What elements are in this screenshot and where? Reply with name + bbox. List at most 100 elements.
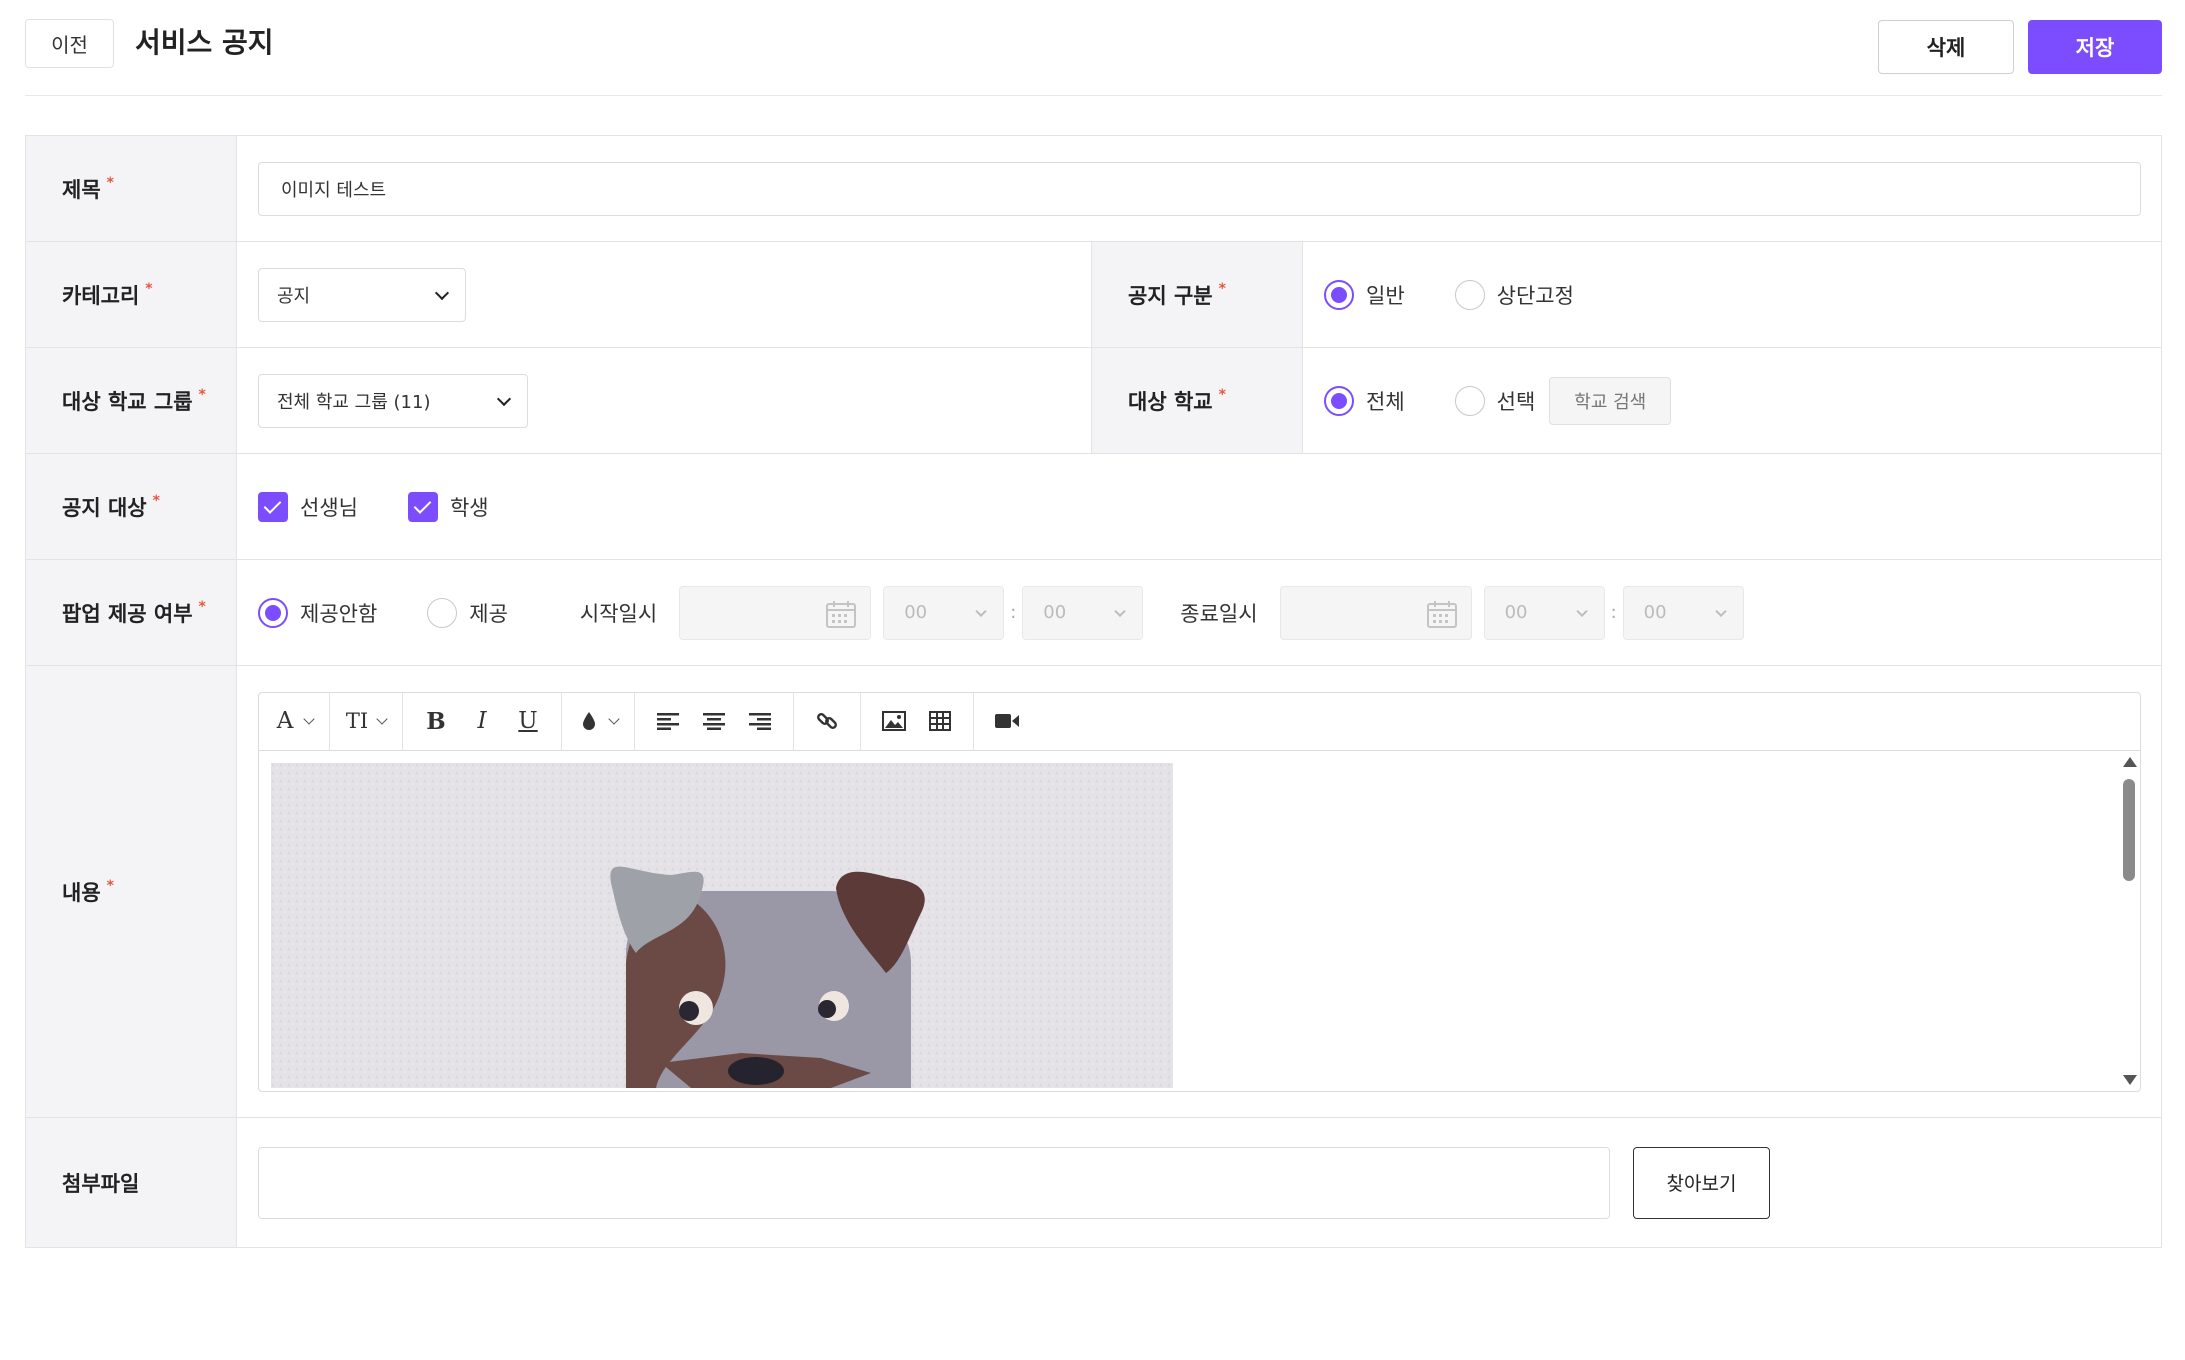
radio-checked-icon bbox=[1324, 279, 1354, 310]
chevron-down-icon bbox=[434, 285, 450, 300]
attachment-label-text: 첨부파일 bbox=[62, 1171, 140, 1196]
toolbar-group-size: TI bbox=[330, 692, 403, 750]
chevron-down-icon[interactable] bbox=[606, 701, 624, 741]
category-label: 카테고리 * bbox=[26, 242, 237, 347]
school-row: 대상 학교 그룹 * 전체 학교 그룹 (11) 대상 학교 * 전체 선택 학… bbox=[26, 348, 2161, 454]
toolbar-group-style: B I U bbox=[403, 692, 562, 750]
category-selected-value: 공지 bbox=[277, 285, 311, 307]
end-date-input[interactable] bbox=[1279, 585, 1472, 640]
school-radio-all[interactable]: 전체 bbox=[1324, 385, 1405, 416]
school-group-select[interactable]: 전체 학교 그룹 (11) bbox=[258, 373, 528, 428]
target-checkbox-student[interactable]: 학생 bbox=[407, 491, 489, 522]
toolbar-group-video bbox=[974, 693, 1040, 750]
school-radio-select[interactable]: 선택 bbox=[1454, 385, 1536, 416]
editor-scrollbar[interactable] bbox=[2118, 751, 2140, 1091]
target-checkbox-teacher[interactable]: 선생님 bbox=[258, 491, 358, 522]
font-family-button[interactable]: A bbox=[269, 701, 301, 741]
chevron-down-icon bbox=[496, 391, 512, 406]
text-size-button[interactable]: TI bbox=[340, 701, 374, 741]
start-minute-value: 00 bbox=[1043, 602, 1067, 623]
school-group-label: 대상 학교 그룹 * bbox=[26, 348, 237, 453]
required-mark: * bbox=[198, 386, 206, 403]
attachment-file-input[interactable] bbox=[258, 1146, 1610, 1219]
title-label: 제목 * bbox=[26, 136, 237, 241]
video-icon[interactable] bbox=[984, 701, 1030, 741]
calendar-icon bbox=[826, 600, 857, 628]
toolbar-group-insert bbox=[861, 692, 974, 750]
radio-label: 일반 bbox=[1366, 283, 1405, 308]
toolbar-group-color bbox=[562, 692, 635, 750]
header-divider bbox=[25, 95, 2162, 96]
popup-radio-provide[interactable]: 제공 bbox=[427, 597, 508, 628]
required-mark: * bbox=[145, 280, 153, 297]
school-label: 대상 학교 * bbox=[1092, 348, 1303, 453]
bold-button[interactable]: B bbox=[413, 701, 459, 741]
content-row: 내용 * A TI B I U bbox=[26, 666, 2161, 1118]
toolbar-group-align bbox=[635, 692, 794, 750]
school-search-button[interactable]: 학교 검색 bbox=[1549, 376, 1672, 425]
required-mark: * bbox=[106, 877, 114, 894]
underline-button[interactable]: U bbox=[505, 701, 551, 741]
title-label-text: 제목 bbox=[62, 177, 101, 202]
italic-button[interactable]: I bbox=[459, 701, 505, 741]
editor-content-area[interactable] bbox=[259, 751, 2140, 1091]
radio-unchecked-icon bbox=[427, 597, 458, 628]
chevron-down-icon[interactable] bbox=[374, 701, 392, 741]
notice-type-cell: 일반 상단고정 bbox=[1303, 242, 1624, 347]
category-select[interactable]: 공지 bbox=[258, 267, 466, 322]
target-cell: 선생님 학생 bbox=[237, 454, 539, 559]
start-date-input[interactable] bbox=[679, 585, 872, 640]
align-center-icon[interactable] bbox=[691, 701, 737, 741]
title-input[interactable]: 이미지 테스트 bbox=[258, 161, 2141, 216]
content-cell: A TI B I U bbox=[237, 666, 2141, 1117]
radio-checked-icon bbox=[258, 597, 288, 628]
align-right-icon[interactable] bbox=[737, 701, 783, 741]
required-mark: * bbox=[1218, 386, 1226, 403]
radio-label: 전체 bbox=[1366, 389, 1405, 414]
radio-label: 제공안함 bbox=[300, 601, 378, 626]
browse-button[interactable]: 찾아보기 bbox=[1633, 1146, 1770, 1219]
notice-type-radio-general[interactable]: 일반 bbox=[1324, 279, 1405, 310]
back-button[interactable]: 이전 bbox=[25, 19, 114, 68]
required-mark: * bbox=[152, 492, 160, 509]
notice-type-radio-pinned[interactable]: 상단고정 bbox=[1454, 279, 1574, 310]
category-cell: 공지 bbox=[237, 242, 1092, 347]
category-label-text: 카테고리 bbox=[62, 283, 140, 308]
popup-cell: 제공안함 제공 시작일시 00 : 00 종료일시 00: 00 bbox=[237, 560, 1744, 665]
chevron-down-icon[interactable] bbox=[301, 701, 319, 741]
radio-label: 선택 bbox=[1496, 389, 1536, 414]
chevron-down-icon bbox=[1714, 605, 1727, 617]
popup-radio-none[interactable]: 제공안함 bbox=[258, 597, 378, 628]
end-datetime-label: 종료일시 bbox=[1180, 601, 1258, 626]
table-icon[interactable] bbox=[917, 701, 963, 741]
school-group-label-text: 대상 학교 그룹 bbox=[62, 389, 193, 414]
page-header: 이전 서비스 공지 삭제 저장 bbox=[25, 19, 2162, 76]
rich-text-editor[interactable]: A TI B I U bbox=[258, 691, 2141, 1092]
delete-button[interactable]: 삭제 bbox=[1878, 20, 2014, 74]
editor-toolbar: A TI B I U bbox=[259, 692, 2140, 751]
toolbar-group-font: A bbox=[259, 692, 330, 750]
start-minute-select[interactable]: 00 bbox=[1022, 585, 1144, 640]
scrollbar-thumb[interactable] bbox=[2123, 778, 2135, 881]
image-icon[interactable] bbox=[871, 701, 917, 741]
chevron-down-icon bbox=[1575, 605, 1588, 617]
end-hour-select[interactable]: 00 bbox=[1483, 585, 1605, 640]
chevron-down-icon bbox=[1114, 605, 1126, 617]
start-hour-select[interactable]: 00 bbox=[883, 585, 1005, 640]
required-mark: * bbox=[106, 174, 114, 191]
radio-label: 제공 bbox=[469, 601, 508, 626]
scroll-up-arrow-icon[interactable] bbox=[2123, 756, 2137, 767]
radio-unchecked-icon bbox=[1454, 279, 1485, 310]
notice-type-label-text: 공지 구분 bbox=[1128, 283, 1213, 308]
radio-unchecked-icon bbox=[1454, 385, 1485, 416]
link-icon[interactable] bbox=[804, 701, 850, 741]
scroll-down-arrow-icon[interactable] bbox=[2123, 1074, 2137, 1085]
text-color-icon[interactable] bbox=[572, 701, 606, 741]
save-button[interactable]: 저장 bbox=[2028, 20, 2162, 74]
school-group-cell: 전체 학교 그룹 (11) bbox=[237, 348, 1092, 453]
align-left-icon[interactable] bbox=[645, 701, 691, 741]
end-minute-select[interactable]: 00 bbox=[1622, 585, 1744, 640]
school-group-selected-value: 전체 학교 그룹 (11) bbox=[277, 391, 431, 413]
popup-row: 팝업 제공 여부 * 제공안함 제공 시작일시 00: 00 종료일시 00 … bbox=[26, 560, 2161, 666]
checkbox-checked-icon bbox=[407, 491, 438, 522]
